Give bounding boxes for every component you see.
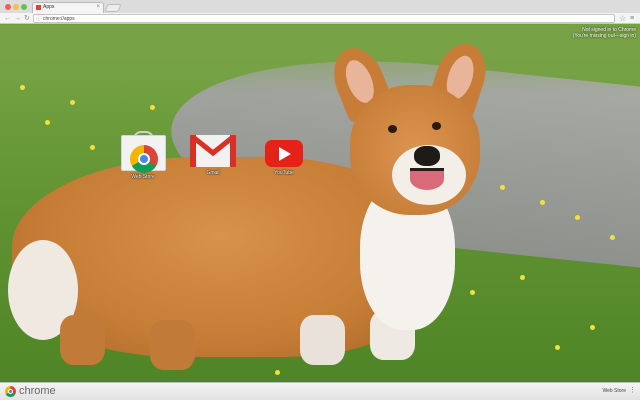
signin-notice[interactable]: Not signed in to Chrome (You're missing … <box>573 27 636 39</box>
chrome-logo-icon <box>5 386 16 397</box>
minimize-window-button[interactable] <box>13 4 19 10</box>
chrome-menu-icon[interactable]: ≡ <box>630 14 634 23</box>
app-label[interactable]: Web Store <box>118 174 168 180</box>
corgi-leg <box>300 315 345 365</box>
background-flower <box>90 145 95 150</box>
background-flower <box>540 200 545 205</box>
corgi-leg <box>150 320 195 370</box>
web-store-link[interactable]: Web Store <box>602 388 626 395</box>
youtube-icon[interactable] <box>265 140 303 167</box>
close-window-button[interactable] <box>5 4 11 10</box>
back-icon[interactable]: ← <box>4 14 11 23</box>
new-tab-button[interactable] <box>104 4 122 12</box>
bookmark-star-icon[interactable]: ☆ <box>619 14 626 23</box>
maximize-window-button[interactable] <box>21 4 27 10</box>
app-gmail[interactable]: Gmail <box>188 135 238 176</box>
corgi-eye <box>432 122 441 130</box>
gmail-icon[interactable] <box>190 135 236 167</box>
background-grass <box>0 25 640 95</box>
background-flower <box>70 100 75 105</box>
chrome-wordmark: chrome <box>19 385 56 397</box>
apps-page: Web Store Gmail YouTube Not signed in to… <box>0 25 640 382</box>
page-info-icon[interactable]: ⓘ <box>36 16 41 22</box>
tab-close-icon[interactable]: × <box>96 3 100 11</box>
address-bar[interactable]: ⓘ chrome://apps <box>33 14 615 23</box>
reload-icon[interactable]: ↻ <box>24 14 30 23</box>
background-flower <box>575 215 580 220</box>
app-label[interactable]: YouTube <box>259 170 309 176</box>
background-flower <box>20 85 25 90</box>
corgi-nose <box>414 146 440 166</box>
background-flower <box>150 105 155 110</box>
background-flower <box>610 235 615 240</box>
url-text[interactable]: chrome://apps <box>43 16 75 22</box>
app-web-store[interactable]: Web Store <box>118 131 168 180</box>
corgi-mouth <box>410 168 444 190</box>
forward-icon[interactable]: → <box>14 14 21 23</box>
webstore-icon[interactable] <box>120 131 166 173</box>
app-label[interactable]: Gmail <box>188 170 238 176</box>
corgi-eye <box>388 125 397 133</box>
app-youtube[interactable]: YouTube <box>259 135 309 176</box>
apps-favicon-icon <box>36 5 41 10</box>
background-flower <box>555 345 560 350</box>
more-icon[interactable]: ⋮ <box>629 386 636 395</box>
background-flower <box>500 185 505 190</box>
background-flower <box>590 325 595 330</box>
signin-line[interactable]: (You're missing out—sign in) <box>573 33 636 39</box>
tab-apps[interactable]: Apps × <box>32 2 104 13</box>
bottom-bar: chrome Web Store ⋮ <box>0 382 640 400</box>
background-flower <box>520 275 525 280</box>
corgi-leg <box>60 315 105 365</box>
background-flower <box>275 370 280 375</box>
background-flower <box>45 120 50 125</box>
background-flower <box>470 290 475 295</box>
title-bar: Apps × <box>0 0 640 13</box>
tab-title: Apps <box>43 4 55 10</box>
toolbar: ← → ↻ ⓘ chrome://apps ☆ ≡ <box>0 13 640 24</box>
